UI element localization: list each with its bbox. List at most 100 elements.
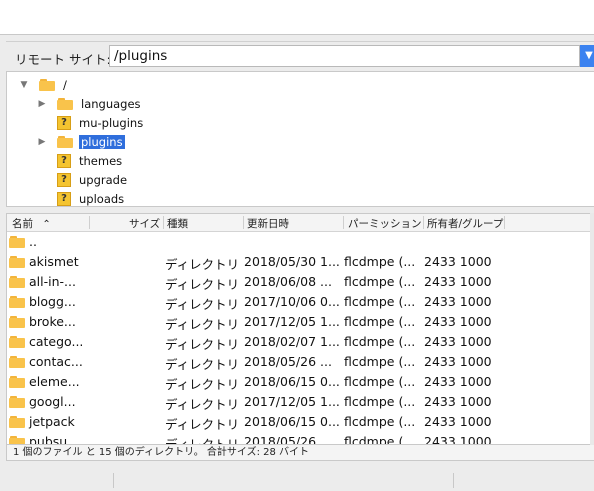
file-permissions: flcdmpe (... [344, 294, 416, 309]
table-row[interactable]: akismet ディレクトリ 2018/05/30 1... flcdmpe (...… [7, 252, 594, 272]
file-modified: 2018/06/15 0... [244, 374, 340, 389]
tree-item-root[interactable]: ▼ / [19, 75, 69, 94]
file-permissions: flcdmpe (... [344, 274, 416, 289]
collapse-triangle-icon[interactable]: ▼ [19, 80, 29, 90]
file-modified: 2018/05/30 1... [244, 254, 340, 269]
file-name: googl... [29, 394, 76, 409]
file-type: ディレクトリ [165, 437, 240, 445]
file-name: .. [29, 234, 37, 249]
column-type[interactable]: 種類 [167, 216, 188, 230]
file-owner-group: 2433 1000 [424, 334, 492, 349]
expand-triangle-icon[interactable]: ▶ [37, 99, 47, 109]
file-owner-group: 2433 1000 [424, 414, 492, 429]
column-size[interactable]: サイズ [129, 216, 160, 230]
file-permissions: flcdmpe (... [344, 354, 416, 369]
tree-item-uploads[interactable]: ▶?uploads [37, 189, 126, 208]
folder-icon [9, 396, 25, 408]
tree-item-upgrade[interactable]: ▶?upgrade [37, 170, 129, 189]
table-row[interactable]: jetpack ディレクトリ 2018/06/15 0... flcdmpe (...… [7, 412, 594, 432]
folder-icon [9, 376, 25, 388]
tree-item-label: uploads [79, 191, 125, 206]
folder-icon [9, 236, 25, 248]
file-type: ディレクトリ [165, 277, 240, 292]
divider [453, 473, 454, 488]
file-name: catego... [29, 334, 84, 349]
file-modified: 2018/05/26 ... [244, 434, 332, 445]
tree-item-languages[interactable]: ▶ languages [37, 94, 143, 113]
toolbar-area [0, 0, 594, 34]
file-name: all-in-... [29, 274, 76, 289]
folder-icon [57, 97, 73, 110]
remote-path-input[interactable]: /plugins [109, 45, 580, 67]
file-owner-group: 2433 1000 [424, 394, 492, 409]
file-modified: 2018/06/15 0... [244, 414, 340, 429]
file-modified: 2018/05/26 ... [244, 354, 332, 369]
file-name: contac... [29, 354, 83, 369]
file-owner-group: 2433 1000 [424, 314, 492, 329]
expand-triangle-icon[interactable]: ▶ [37, 137, 47, 147]
table-row[interactable]: contac... ディレクトリ 2018/05/26 ... flcdmpe (..… [7, 352, 594, 372]
file-type: ディレクトリ [165, 357, 240, 372]
tree-item-label: upgrade [79, 172, 128, 187]
folder-icon [9, 356, 25, 368]
unknown-question-icon: ? [57, 153, 71, 168]
tree-item-plugins[interactable]: ▶ plugins [37, 132, 125, 151]
folder-icon [9, 316, 25, 328]
folder-icon [57, 135, 73, 148]
file-owner-group: 2433 1000 [424, 354, 492, 369]
unknown-question-icon: ? [57, 115, 71, 130]
tree-item-label: plugins [79, 134, 125, 149]
file-permissions: flcdmpe (... [344, 434, 416, 445]
tree-item-label: / [63, 77, 67, 92]
column-name[interactable]: 名前 ⌃ [12, 216, 51, 230]
remote-directory-tree: ▼ / ▶languages▶?mu-plugins▶plugins▶?them… [6, 71, 594, 207]
table-row[interactable]: catego... ディレクトリ 2018/02/07 1... flcdmpe (.… [7, 332, 594, 352]
status-bar: 1 個のファイル と 15 個のディレクトリ。 合計サイズ: 28 バイト [6, 445, 594, 461]
file-modified: 2018/06/08 ... [244, 274, 332, 289]
file-name: blogg... [29, 294, 76, 309]
table-row[interactable]: broke... ディレクトリ 2017/12/05 1... flcdmpe (..… [7, 312, 594, 332]
folder-icon [39, 78, 55, 91]
chevron-down-icon: ▼ [585, 50, 593, 61]
file-name: eleme... [29, 374, 80, 389]
file-permissions: flcdmpe (... [344, 254, 416, 269]
column-modified[interactable]: 更新日時 [247, 216, 289, 230]
file-type: ディレクトリ [165, 397, 240, 412]
column-owner-group[interactable]: 所有者/グループ [427, 216, 503, 230]
divider [0, 34, 594, 35]
file-type: ディレクトリ [165, 337, 240, 352]
file-type: ディレクトリ [165, 297, 240, 312]
folder-icon [9, 436, 25, 444]
file-name: broke... [29, 314, 76, 329]
file-type: ディレクトリ [165, 257, 240, 272]
column-permissions[interactable]: パーミッション [348, 216, 422, 230]
table-row[interactable]: blogg... ディレクトリ 2017/10/06 0... flcdmpe (..… [7, 292, 594, 312]
tree-item-themes[interactable]: ▶?themes [37, 151, 124, 170]
file-permissions: flcdmpe (... [344, 414, 416, 429]
file-name: akismet [29, 254, 79, 269]
table-row[interactable]: all-in-... ディレクトリ 2018/06/08 ... flcdmpe (.… [7, 272, 594, 292]
file-owner-group: 2433 1000 [424, 374, 492, 389]
table-row[interactable]: googl... ディレクトリ 2017/12/05 1... flcdmpe (..… [7, 392, 594, 412]
table-row[interactable]: .. [7, 232, 594, 252]
vertical-scrollbar[interactable] [590, 213, 594, 445]
folder-icon [9, 336, 25, 348]
path-dropdown-button[interactable]: ▼ [580, 45, 594, 67]
tree-item-mu-plugins[interactable]: ▶?mu-plugins [37, 113, 145, 132]
folder-icon [9, 256, 25, 268]
file-modified: 2018/02/07 1... [244, 334, 340, 349]
table-row[interactable]: pubsu... ディレクトリ 2018/05/26 ... flcdmpe (...… [7, 432, 594, 445]
remote-file-list: 名前 ⌃ サイズ 種類 更新日時 パーミッション 所有者/グループ .. akis… [6, 213, 594, 445]
file-modified: 2017/12/05 1... [244, 394, 340, 409]
tree-item-label: mu-plugins [79, 115, 144, 130]
bottom-panel [0, 461, 594, 491]
file-name: pubsu... [29, 434, 80, 445]
table-row[interactable]: eleme... ディレクトリ 2018/06/15 0... flcdmpe (..… [7, 372, 594, 392]
remote-site-label: リモート サイト: [15, 52, 111, 67]
file-name: jetpack [29, 414, 75, 429]
unknown-question-icon: ? [57, 172, 71, 187]
file-owner-group: 2433 1000 [424, 274, 492, 289]
file-permissions: flcdmpe (... [344, 334, 416, 349]
file-modified: 2017/10/06 0... [244, 294, 340, 309]
tree-item-label: languages [81, 96, 141, 111]
